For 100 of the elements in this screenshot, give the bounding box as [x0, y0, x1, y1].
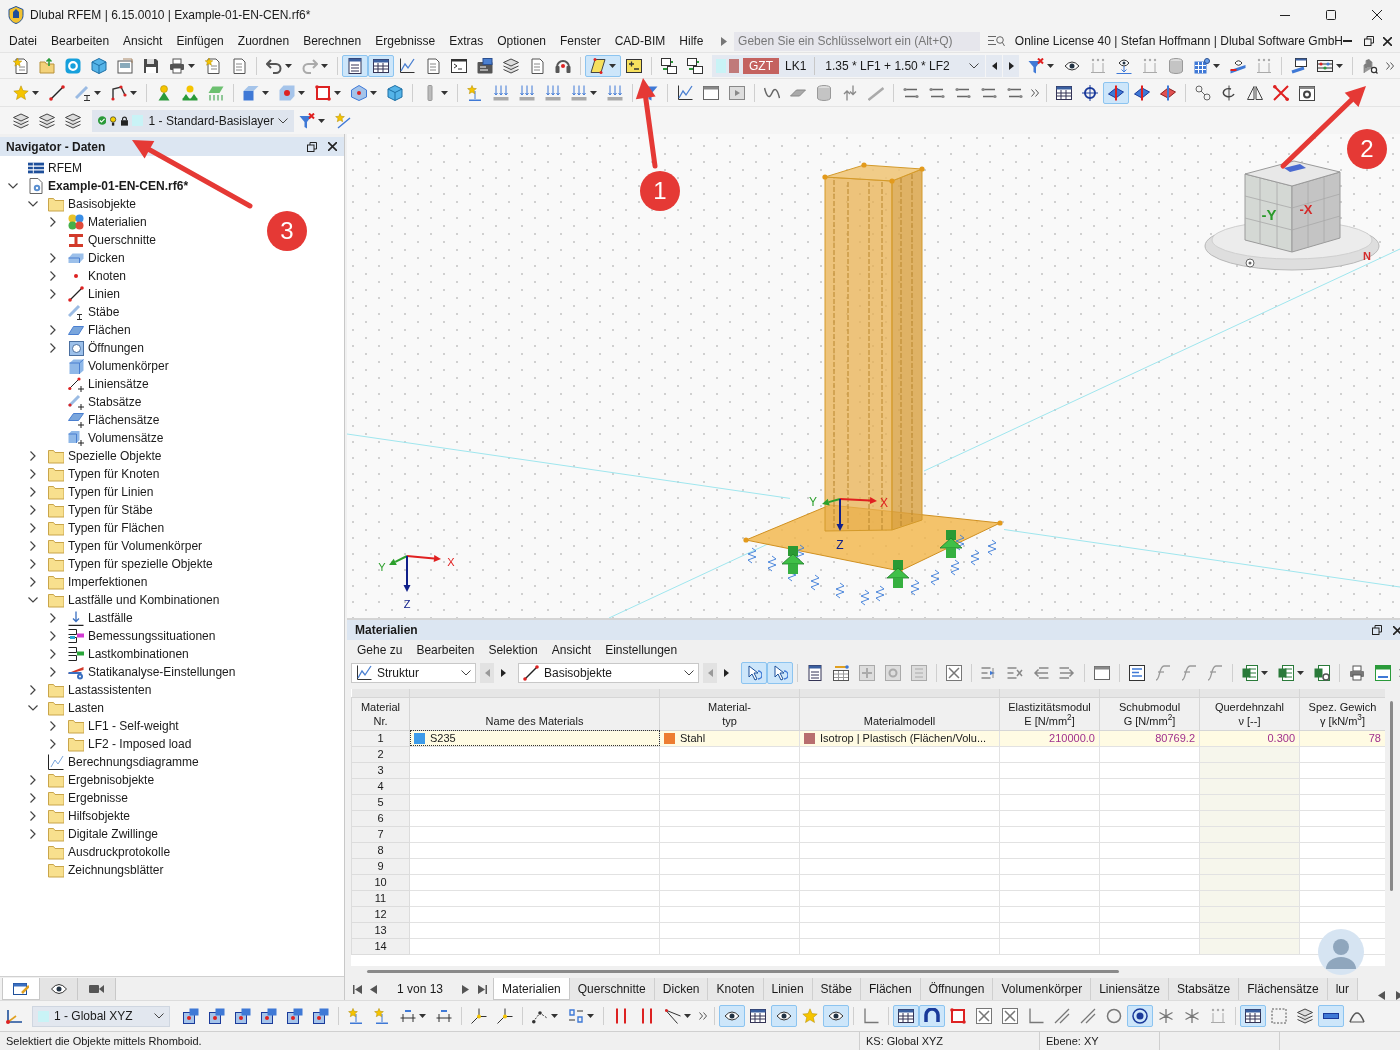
- tree-item[interactable]: Ergebnisse: [26, 789, 129, 807]
- tree-item[interactable]: Stabsätze: [46, 393, 142, 411]
- tree-item[interactable]: Typen für Knoten: [26, 465, 160, 483]
- overflow-icon[interactable]: [699, 1012, 707, 1020]
- menu-item[interactable]: Ergebnisse: [368, 31, 443, 51]
- chevron-right-icon[interactable]: [50, 253, 56, 263]
- chevron-down-icon[interactable]: [28, 201, 38, 207]
- chevron-right-icon[interactable]: [50, 739, 56, 749]
- tree-item[interactable]: Bemessungssituationen: [46, 627, 216, 645]
- sheet-tab[interactable]: Linien: [763, 978, 813, 1000]
- menu-item[interactable]: Extras: [442, 31, 491, 51]
- ring-marker-icon[interactable]: [1245, 258, 1255, 268]
- vertical-scrollbar[interactable]: [1389, 701, 1393, 891]
- toolbar-button[interactable]: [342, 54, 368, 77]
- toolbar-button[interactable]: [368, 54, 394, 77]
- toolbar-button[interactable]: [1318, 1005, 1344, 1027]
- tree-item[interactable]: Knoten: [46, 267, 127, 285]
- last-page-icon[interactable]: [478, 984, 488, 994]
- chevron-right-icon[interactable]: [30, 811, 36, 821]
- tree-item[interactable]: Ausdruckprotokolle: [26, 843, 171, 861]
- tree-item[interactable]: Öffnungen: [46, 339, 144, 357]
- navigator-tab[interactable]: [78, 978, 116, 1000]
- menu-item[interactable]: CAD-BIM: [607, 31, 673, 51]
- filter-select[interactable]: Struktur: [351, 663, 476, 683]
- tree-item[interactable]: LF2 - Imposed load: [46, 735, 192, 753]
- chevron-right-icon[interactable]: [30, 775, 36, 785]
- chevron-right-icon[interactable]: [50, 631, 56, 641]
- search-field[interactable]: Geben Sie ein Schlüsselwort ein (Alt+Q): [734, 31, 980, 51]
- chevron-right-icon[interactable]: [50, 649, 56, 659]
- table-cell[interactable]: Isotrop | Plastisch (Flächen/Volu...: [799, 730, 1000, 746]
- sheet-tab[interactable]: Dicken: [654, 978, 709, 1000]
- tree-item[interactable]: Zeichnungsblätter: [26, 861, 164, 879]
- tree-item[interactable]: RFEM: [6, 159, 82, 177]
- menu-item[interactable]: Gehe zu: [350, 641, 410, 659]
- tree-item[interactable]: Lastfälle: [46, 609, 133, 627]
- navigator-tab[interactable]: [2, 978, 40, 1000]
- overflow-icon[interactable]: [1031, 88, 1039, 97]
- menu-item[interactable]: Ansicht: [116, 31, 170, 51]
- tree-item[interactable]: Typen für Volumenkörper: [26, 537, 203, 555]
- chevron-right-icon[interactable]: [50, 325, 56, 335]
- filter-select[interactable]: Basisobjekte: [518, 663, 699, 683]
- view-cube[interactable]: [1204, 160, 1380, 271]
- chevron-down-icon[interactable]: [28, 705, 38, 711]
- tree-item[interactable]: Lastfälle und Kombinationen: [26, 591, 220, 609]
- chevron-right-icon[interactable]: [50, 667, 56, 677]
- menu-item[interactable]: Zuordnen: [230, 31, 297, 51]
- table-cell[interactable]: Stahl: [659, 730, 800, 746]
- layer-select[interactable]: 1 - Standard-Basislayer: [92, 109, 294, 132]
- table-cell[interactable]: 0.300: [1199, 730, 1300, 746]
- chevron-right-icon[interactable]: [30, 577, 36, 587]
- column-header[interactable]: Material- typ: [659, 697, 800, 730]
- menu-item[interactable]: Selektion: [481, 641, 545, 659]
- tree-item[interactable]: Flächen: [46, 321, 131, 339]
- close-icon[interactable]: [328, 142, 337, 151]
- coordinate-system-select[interactable]: 1 - Global XYZ: [32, 1005, 170, 1027]
- horizontal-scrollbar[interactable]: [367, 969, 1119, 973]
- next-page-icon[interactable]: [461, 984, 471, 994]
- next-button[interactable]: [1003, 54, 1020, 77]
- sheet-tab[interactable]: Flächen: [860, 978, 921, 1000]
- menu-item[interactable]: Fenster: [553, 31, 608, 51]
- restore-icon[interactable]: [307, 141, 317, 152]
- tree-item[interactable]: Statikanalyse-Einstellungen: [46, 663, 236, 681]
- toolbar-button[interactable]: [585, 54, 621, 77]
- sheet-tab[interactable]: Liniensätze: [1091, 978, 1169, 1000]
- column-header[interactable]: Elastizitätsmodul E [N/mm$^{2}$]: [999, 697, 1100, 730]
- tree-item[interactable]: LF1 - Self-weight: [46, 717, 179, 735]
- toolbar-button[interactable]: [919, 1005, 945, 1027]
- restore-icon[interactable]: [1372, 625, 1382, 635]
- triangle-icon[interactable]: [721, 36, 728, 46]
- tree-item[interactable]: Typen für Flächen: [26, 519, 165, 537]
- menu-item[interactable]: Hilfe: [672, 31, 711, 51]
- column-header[interactable]: Name des Materials: [409, 697, 660, 730]
- menu-item[interactable]: Einfügen: [169, 31, 231, 51]
- sheet-tab[interactable]: Stabsätze: [1168, 978, 1240, 1000]
- previous-page-icon[interactable]: [370, 984, 379, 994]
- column-header[interactable]: Spez. Gewich γ [kN/m$^{3}$]: [1299, 697, 1385, 730]
- sheet-tab[interactable]: Öffnungen: [920, 978, 994, 1000]
- chevron-right-icon[interactable]: [30, 541, 36, 551]
- tree-item[interactable]: Basisobjekte: [26, 195, 137, 213]
- tree-item[interactable]: Lastassistenten: [26, 681, 152, 699]
- tree-item[interactable]: Stäbe: [46, 303, 120, 321]
- toolbar-button[interactable]: [1240, 1005, 1266, 1027]
- table-row[interactable]: 1 S235 Stahl Isotrop | Plastisch (Flächen/Volu... 210000.0 80769.2 0.300 78: [351, 730, 1385, 746]
- column-header[interactable]: Material Nr.: [351, 697, 410, 730]
- tree-item[interactable]: Imperfektionen: [26, 573, 148, 591]
- axes-icon[interactable]: [6, 1008, 24, 1024]
- tree-item[interactable]: Spezielle Objekte: [26, 447, 162, 465]
- chevron-right-icon[interactable]: [30, 829, 36, 839]
- search-list-icon[interactable]: [987, 35, 1005, 47]
- tree-item[interactable]: Lastkombinationen: [46, 645, 189, 663]
- sheet-tab[interactable]: Materialien: [493, 978, 570, 1000]
- first-page-icon[interactable]: [353, 984, 362, 994]
- chevron-right-icon[interactable]: [30, 685, 36, 695]
- sheet-tab[interactable]: lur: [1327, 978, 1358, 1000]
- tree-item[interactable]: Materialien: [46, 213, 147, 231]
- table-cell[interactable]: 210000.0: [999, 730, 1100, 746]
- column-header[interactable]: Materialmodell: [799, 697, 1000, 730]
- tree-item[interactable]: Flächensätze: [46, 411, 160, 429]
- sheet-tab[interactable]: Stäbe: [812, 978, 861, 1000]
- sheet-tab[interactable]: Knoten: [708, 978, 764, 1000]
